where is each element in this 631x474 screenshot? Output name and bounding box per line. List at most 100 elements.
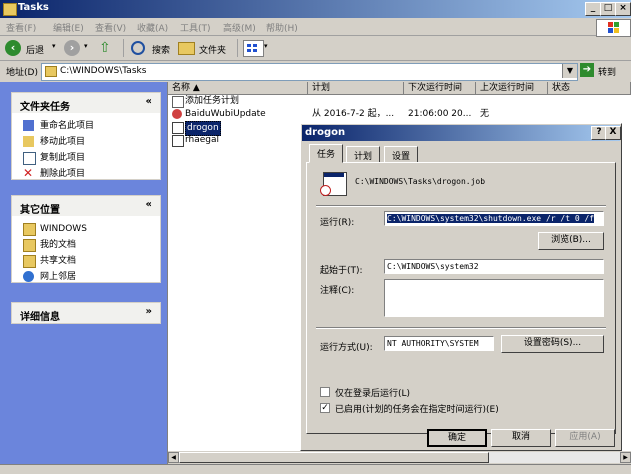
task-icon xyxy=(172,122,184,134)
menu-file[interactable]: 查看(F) xyxy=(6,21,36,34)
collapse-icon[interactable]: « xyxy=(146,96,152,107)
list-item[interactable]: rhaegal xyxy=(170,134,306,147)
column-name[interactable]: 名称 ▲ xyxy=(168,82,308,95)
menu-view[interactable]: 查看(V) xyxy=(95,21,126,34)
run-as-field[interactable]: NT AUTHORITY\SYSTEM xyxy=(384,336,494,351)
scroll-left-icon[interactable]: ◀ xyxy=(168,452,179,463)
place-shared-documents[interactable]: 共享文档 xyxy=(12,253,160,269)
other-places-title: 其它位置 xyxy=(20,205,60,216)
dialog-close-button[interactable]: X xyxy=(605,126,621,140)
go-label[interactable]: 转到 xyxy=(598,65,616,78)
menu-bar: 查看(F) 编辑(E) 查看(V) 收藏(A) 工具(T) 高级(M) 帮助(H… xyxy=(0,18,631,37)
maximize-button[interactable]: □ xyxy=(600,2,616,16)
scroll-right-icon[interactable]: ▶ xyxy=(620,452,631,463)
file-last-run: 无 xyxy=(480,109,490,119)
other-places-header[interactable]: 其它位置 « xyxy=(12,196,160,216)
column-schedule[interactable]: 计划 xyxy=(308,82,404,95)
set-password-button[interactable]: 设置密码(S)... xyxy=(501,335,604,353)
place-network[interactable]: 网上邻居 xyxy=(12,269,160,285)
apply-button[interactable]: 应用(A) xyxy=(555,429,615,447)
start-in-field[interactable]: C:\WINDOWS\system32 xyxy=(384,259,604,274)
column-status[interactable]: 状态 xyxy=(548,82,631,95)
menu-favorites[interactable]: 收藏(A) xyxy=(137,21,168,34)
comment-label: 注释(C): xyxy=(320,286,355,296)
up-folder-icon[interactable]: ⇧ xyxy=(99,40,111,56)
close-button[interactable]: × xyxy=(615,2,631,16)
search-label[interactable]: 搜索 xyxy=(152,43,170,56)
enabled-checkbox[interactable]: ✓ xyxy=(320,403,330,413)
menu-advanced[interactable]: 高级(M) xyxy=(223,21,256,34)
details-header[interactable]: 详细信息 » xyxy=(12,303,160,323)
collapse-icon[interactable]: « xyxy=(146,199,152,210)
column-last-run[interactable]: 上次运行时间 xyxy=(476,82,548,95)
folder-tasks-panel: 文件夹任务 « 重命名此项目 移动此项目 复制此项目 ✕ 删除此项目 xyxy=(11,92,161,180)
move-item[interactable]: 移动此项目 xyxy=(12,134,160,150)
address-input[interactable]: C:\WINDOWS\Tasks ▼ xyxy=(41,63,578,81)
tab-schedule[interactable]: 计划 xyxy=(346,146,381,163)
folders-icon[interactable] xyxy=(178,42,195,55)
menu-edit[interactable]: 编辑(E) xyxy=(53,21,84,34)
job-file-icon xyxy=(320,172,347,196)
browse-button[interactable]: 浏览(B)... xyxy=(538,232,604,250)
dialog-titlebar[interactable]: drogon ? X xyxy=(302,125,621,141)
place-my-documents[interactable]: 我的文档 xyxy=(12,237,160,253)
forward-arrow-icon[interactable]: › xyxy=(64,40,80,56)
scroll-thumb[interactable] xyxy=(179,452,489,463)
other-places-panel: 其它位置 « WINDOWS 我的文档 共享文档 网上邻居 xyxy=(11,195,161,283)
delete-item[interactable]: ✕ 删除此项目 xyxy=(12,166,160,182)
delete-label: 删除此项目 xyxy=(40,169,86,179)
address-dropdown-icon[interactable]: ▼ xyxy=(562,64,577,78)
ok-button[interactable]: 确定 xyxy=(427,429,487,447)
address-value: C:\WINDOWS\Tasks xyxy=(60,66,147,76)
rename-item[interactable]: 重命名此项目 xyxy=(12,118,160,134)
views-dropdown-icon[interactable]: ▾ xyxy=(264,42,268,50)
cancel-button[interactable]: 取消 xyxy=(491,429,551,447)
window-title: Tasks xyxy=(18,2,49,13)
search-icon[interactable] xyxy=(131,41,145,55)
task-icon xyxy=(172,109,182,119)
go-arrow-icon[interactable]: ➔ xyxy=(580,63,594,77)
shared-documents-icon xyxy=(23,255,36,268)
folder-icon xyxy=(3,3,17,16)
run-command-field[interactable]: C:\WINDOWS\system32\shutdown.exe /r /t 0… xyxy=(384,211,604,226)
my-documents-icon xyxy=(23,239,36,252)
column-next-run[interactable]: 下次运行时间 xyxy=(404,82,476,95)
status-bar xyxy=(0,464,631,474)
back-arrow-icon[interactable]: ‹ xyxy=(5,40,21,56)
list-item[interactable]: BaiduWubiUpdate 从 2016-7-2 起，... 21:06:0… xyxy=(170,108,630,121)
task-properties-dialog: drogon ? X 任务 计划 设置 C:\WINDOWS\Tasks\dro… xyxy=(300,123,622,451)
back-label[interactable]: 后退 xyxy=(26,43,44,56)
folders-label[interactable]: 文件夹 xyxy=(199,43,226,56)
only-logged-on-label: 仅在登录后运行(L) xyxy=(335,389,411,399)
tab-settings[interactable]: 设置 xyxy=(384,146,419,163)
expand-icon[interactable]: » xyxy=(146,306,152,317)
forward-dropdown-icon[interactable]: ▾ xyxy=(84,42,88,50)
address-bar: 地址(D) C:\WINDOWS\Tasks ▼ ➔ 转到 xyxy=(0,62,631,81)
place-windows[interactable]: WINDOWS xyxy=(12,221,160,237)
file-next-run: 21:06:00 20... xyxy=(408,109,472,119)
list-item[interactable]: 添加任务计划 xyxy=(170,95,306,108)
folder-icon xyxy=(45,66,57,77)
comment-field[interactable] xyxy=(384,279,604,317)
toolbar-separator xyxy=(123,39,124,57)
tab-task[interactable]: 任务 xyxy=(309,144,344,163)
run-label: 运行(R): xyxy=(320,218,355,228)
toolbar-separator xyxy=(237,39,238,57)
menu-help[interactable]: 帮助(H) xyxy=(266,21,298,34)
menu-tools[interactable]: 工具(T) xyxy=(180,21,211,34)
back-dropdown-icon[interactable]: ▾ xyxy=(52,42,56,50)
only-logged-on-checkbox[interactable] xyxy=(320,387,330,397)
start-in-label: 起始于(T): xyxy=(320,266,363,276)
horizontal-scrollbar[interactable]: ◀ ▶ xyxy=(168,451,631,463)
add-task-icon xyxy=(172,96,184,108)
views-icon[interactable] xyxy=(243,40,264,57)
folder-tasks-header[interactable]: 文件夹任务 « xyxy=(12,93,160,113)
window-titlebar[interactable]: Tasks _ □ × xyxy=(0,0,631,18)
move-label: 移动此项目 xyxy=(40,137,86,147)
minimize-button[interactable]: _ xyxy=(585,2,601,16)
rename-icon xyxy=(23,120,34,131)
dialog-title: drogon xyxy=(305,127,346,138)
delete-x-icon: ✕ xyxy=(23,166,34,180)
list-item[interactable]: drogon xyxy=(170,121,306,136)
copy-item[interactable]: 复制此项目 xyxy=(12,150,160,166)
